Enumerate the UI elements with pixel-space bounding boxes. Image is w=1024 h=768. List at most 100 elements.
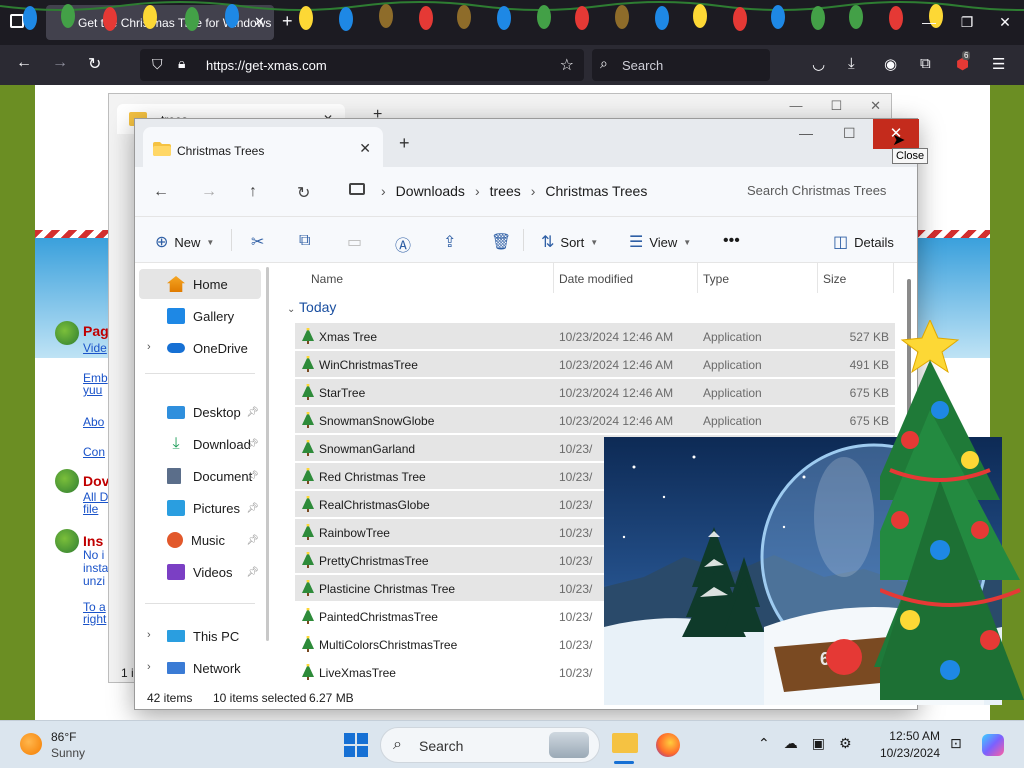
copy-button[interactable]: ⧉ [299, 232, 310, 250]
delete-button[interactable]: 🗑︎ [491, 232, 511, 252]
nav-item-pictures[interactable]: Pictures 📌︎ [139, 493, 261, 523]
extensions-icon[interactable]: ⧉ [920, 55, 931, 72]
pocket-icon[interactable]: ◡ [812, 55, 825, 73]
column-divider[interactable] [817, 263, 818, 293]
tracking-shield-icon[interactable]: ⛉ [152, 56, 163, 73]
back-arrow-icon[interactable]: ← [153, 183, 169, 201]
new-tab-button[interactable]: + [399, 133, 410, 154]
nav-scrollbar[interactable] [266, 267, 269, 641]
chevron-right-icon[interactable]: › [531, 183, 536, 199]
nav-item-desktop[interactable]: Desktop 📌︎ [139, 397, 261, 427]
nav-item-gallery[interactable]: Gallery [139, 301, 261, 331]
settings-icon[interactable]: ⚙ [839, 735, 852, 752]
chevron-up-icon[interactable]: ⌃ [758, 735, 770, 752]
nav-item-home[interactable]: Home [139, 269, 261, 299]
nav-item-network[interactable]: Network [139, 653, 261, 683]
weather-condition[interactable]: Sunny [51, 746, 85, 760]
nav-item-music[interactable]: Music 📌︎ [139, 525, 261, 555]
restore-icon[interactable]: ❐ [948, 0, 986, 45]
nav-item-downloads[interactable]: ⤓ Download 📌︎ [139, 429, 261, 459]
minimize-icon[interactable]: — [910, 0, 948, 45]
explorer-tab[interactable]: Christmas Trees ✕ [143, 127, 383, 167]
breadcrumb-christmas-trees[interactable]: Christmas Trees [545, 183, 647, 199]
pin-icon[interactable]: 📌︎ [246, 567, 259, 578]
display-icon[interactable]: ▣ [812, 735, 825, 752]
minimize-icon[interactable]: — [789, 98, 802, 114]
table-row[interactable]: Xmas Tree 10/23/2024 12:46 AM Application 5… [295, 323, 895, 349]
pin-icon[interactable]: 📌︎ [246, 407, 259, 418]
page-link[interactable]: Emb yuu [83, 372, 109, 396]
sort-button[interactable]: ⇅ Sort ▼ [541, 232, 598, 252]
breadcrumb-trees[interactable]: trees [490, 183, 521, 199]
table-row[interactable]: WinChristmasTree 10/23/2024 12:46 AM Appli… [295, 351, 895, 377]
group-header-today[interactable]: ⌄ Today [287, 299, 336, 315]
clock-date[interactable]: 10/23/2024 [878, 746, 940, 760]
nav-item-onedrive[interactable]: OneDrive [139, 333, 261, 363]
new-button[interactable]: ⊕ New ▼ [155, 232, 214, 252]
forward-arrow-icon[interactable]: → [201, 183, 217, 201]
back-arrow-icon[interactable]: ← [16, 54, 32, 72]
close-tab-icon[interactable]: ✕ [254, 14, 265, 30]
bookmark-star-icon[interactable]: ☆ [560, 55, 574, 75]
more-options-button[interactable]: ••• [723, 232, 740, 250]
weather-temperature[interactable]: 86°F [51, 730, 76, 744]
pin-icon[interactable]: 📌︎ [246, 535, 259, 546]
column-header-size[interactable]: Size [823, 272, 846, 286]
minimize-button[interactable]: — [799, 125, 813, 141]
column-header-name[interactable]: Name [311, 272, 343, 286]
refresh-icon[interactable]: ↻ [297, 183, 310, 203]
paste-button[interactable]: ▭ [347, 232, 362, 252]
table-row[interactable]: StarTree 10/23/2024 12:46 AM Application 67… [295, 379, 895, 405]
column-header-date[interactable]: Date modified [559, 272, 633, 286]
downloads-icon[interactable]: ⤓ [848, 55, 855, 72]
close-icon[interactable]: ✕ [870, 98, 881, 114]
menu-icon[interactable]: ☰ [992, 55, 1005, 73]
pin-icon[interactable]: 📌︎ [246, 439, 259, 450]
close-tab-icon[interactable]: ✕ [359, 140, 371, 157]
search-input[interactable]: Search Christmas Trees [735, 175, 909, 207]
browser-search-bar[interactable]: ⌕ Search [592, 49, 770, 81]
rename-button[interactable]: Ⓐ [395, 232, 411, 256]
notification-icon[interactable]: ⊡ [950, 735, 962, 752]
url-bar[interactable]: ⛉ 🔒︎ https://get-xmas.com ☆ [140, 49, 584, 81]
column-divider[interactable] [697, 263, 698, 293]
clock-time[interactable]: 12:50 AM [878, 729, 940, 743]
forward-arrow-icon[interactable]: → [52, 54, 68, 72]
page-link[interactable]: Abo [83, 415, 104, 429]
section-link[interactable]: Vide [83, 341, 107, 355]
share-button[interactable]: ⇪ [443, 232, 456, 252]
copilot-icon[interactable] [982, 734, 1004, 756]
breadcrumb-downloads[interactable]: Downloads [396, 183, 465, 199]
column-divider[interactable] [893, 263, 894, 293]
firefox-taskbar-icon[interactable] [656, 733, 680, 757]
computer-icon[interactable] [349, 183, 365, 195]
sun-icon[interactable] [20, 733, 42, 755]
nav-item-documents[interactable]: Document 📌︎ [139, 461, 261, 491]
maximize-button[interactable]: ☐ [843, 125, 856, 142]
list-all-tabs-icon[interactable] [10, 14, 24, 28]
cut-button[interactable]: ✂ [251, 232, 264, 252]
up-arrow-icon[interactable]: ↑ [249, 183, 257, 201]
close-icon[interactable]: ✕ [986, 0, 1024, 45]
nav-item-this-pc[interactable]: This PC [139, 621, 261, 651]
column-divider[interactable] [553, 263, 554, 293]
details-button[interactable]: ◫ Details [833, 232, 894, 252]
pin-icon[interactable]: 📌︎ [246, 503, 259, 514]
browser-tab[interactable]: Get the Christmas Tree for Windows ✕ [46, 5, 274, 40]
christmas-tree-overlay[interactable] [860, 318, 1024, 720]
chevron-right-icon[interactable]: › [475, 183, 480, 199]
new-tab-button[interactable]: + [282, 11, 293, 32]
account-icon[interactable]: ◉ [884, 55, 897, 73]
table-row[interactable]: SnowmanSnowGlobe 10/23/2024 12:46 AM Appli… [295, 407, 895, 433]
page-link[interactable]: Con [83, 445, 105, 459]
view-button[interactable]: ☰ View ▼ [629, 232, 691, 252]
network-icon[interactable]: ☁ [784, 735, 798, 752]
section-link[interactable]: All D file [83, 491, 109, 515]
nav-item-videos[interactable]: Videos 📌︎ [139, 557, 261, 587]
page-link[interactable]: To a right [83, 601, 109, 625]
start-button[interactable] [344, 733, 368, 757]
taskbar-search[interactable]: ⌕ Search [380, 727, 600, 763]
column-header-type[interactable]: Type [703, 272, 729, 286]
maximize-icon[interactable]: ☐ [830, 98, 842, 114]
pin-icon[interactable]: 📌︎ [246, 471, 259, 482]
